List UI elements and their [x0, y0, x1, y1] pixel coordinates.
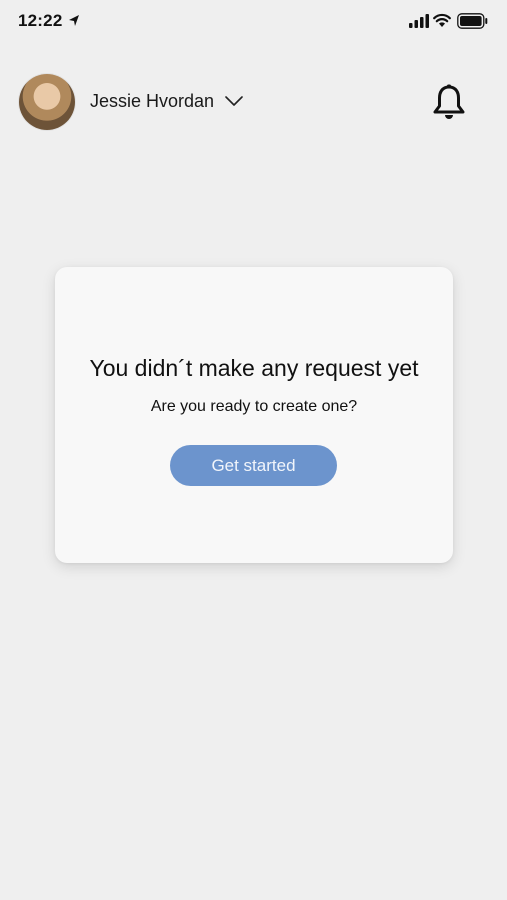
status-time: 12:22 — [18, 11, 63, 30]
user-name[interactable]: Jessie Hvordan — [90, 91, 214, 112]
app-header: Jessie Hvordan — [0, 70, 507, 134]
get-started-button[interactable]: Get started — [170, 445, 337, 486]
chevron-down-icon[interactable] — [225, 95, 243, 107]
battery-icon — [457, 13, 488, 29]
empty-state-title: You didn´t make any request yet — [89, 355, 419, 381]
wifi-icon — [433, 13, 451, 27]
empty-state-subtitle: Are you ready to create one? — [150, 398, 358, 415]
location-arrow-icon — [69, 15, 79, 26]
empty-state-card: You didn´t make any request yet Are you … — [55, 267, 453, 563]
status-bar: 12:22 — [0, 0, 507, 44]
signal-icon — [409, 14, 429, 28]
avatar[interactable] — [19, 74, 75, 130]
bell-icon[interactable] — [430, 83, 468, 121]
